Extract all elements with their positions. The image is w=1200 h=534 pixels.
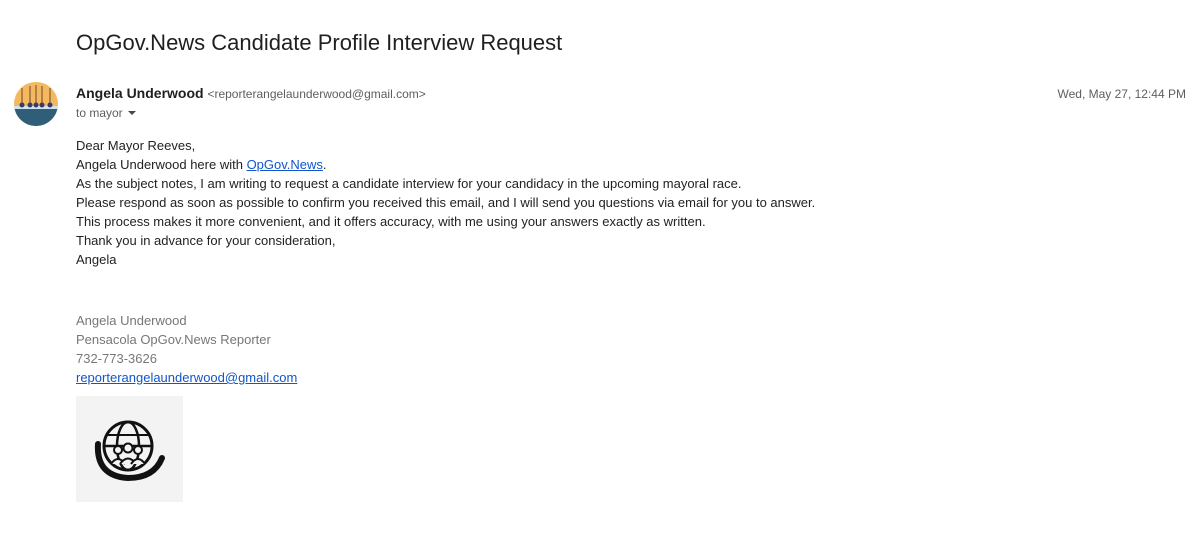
signature-email-link[interactable]: reporterangelaunderwood@gmail.com — [76, 370, 297, 385]
email-signature: Angela Underwood Pensacola OpGov.News Re… — [76, 311, 297, 387]
caret-down-icon — [127, 111, 136, 115]
signature-name: Angela Underwood — [76, 313, 187, 328]
signature-phone: 732-773-3626 — [76, 351, 157, 366]
body-line-4: Thank you in advance for your considerat… — [76, 233, 336, 248]
body-intro-suffix: . — [322, 157, 327, 172]
body-signoff: Angela — [76, 252, 117, 267]
sender-line: Angela Underwood <reporterangelaunderwoo… — [76, 85, 426, 101]
signature-logo — [76, 396, 183, 502]
email-body: Dear Mayor Reeves, Angela Underwood here… — [76, 136, 815, 269]
signature-title: Pensacola OpGov.News Reporter — [76, 332, 271, 347]
recipients-label: to mayor — [76, 106, 123, 120]
sender-email[interactable]: <reporterangelaunderwood@gmail.com> — [207, 87, 425, 101]
show-details-dropdown[interactable] — [127, 108, 137, 118]
body-intro-prefix: Angela Underwood here with — [76, 157, 247, 172]
body-line-3: This process makes it more convenient, a… — [76, 214, 706, 229]
recipients-line: to mayor — [76, 106, 137, 120]
body-line-1: As the subject notes, I am writing to re… — [76, 176, 742, 191]
body-line-2: Please respond as soon as possible to co… — [76, 195, 816, 210]
sender-avatar-image — [14, 82, 58, 126]
sender-avatar[interactable] — [14, 82, 58, 126]
opgov-news-link[interactable]: OpGov.News — [247, 157, 323, 172]
sender-name[interactable]: Angela Underwood — [76, 85, 204, 101]
globe-people-logo — [94, 420, 165, 482]
body-intro: Angela Underwood here with OpGov.News. — [76, 155, 815, 174]
email-subject: OpGov.News Candidate Profile Interview R… — [76, 30, 563, 55]
email-date: Wed, May 27, 12:44 PM — [1057, 87, 1186, 101]
body-greeting: Dear Mayor Reeves, — [76, 138, 196, 153]
